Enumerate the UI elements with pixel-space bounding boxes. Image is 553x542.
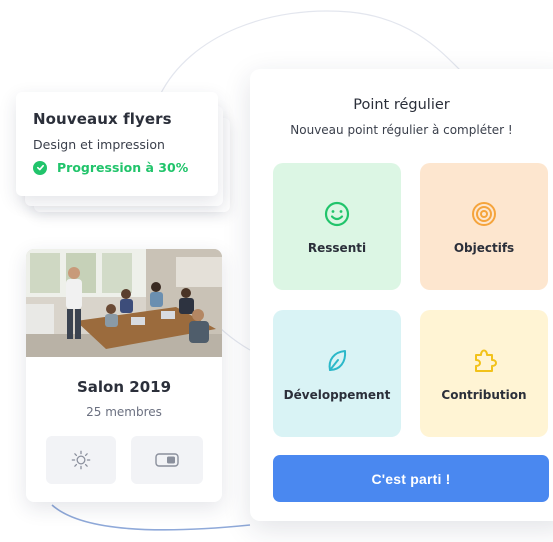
tile-developpement-label: Développement	[283, 387, 391, 402]
tile-objectifs[interactable]: Objectifs	[420, 163, 548, 290]
start-button[interactable]: C'est parti !	[273, 455, 549, 502]
team-card[interactable]: Salon 2019 25 membres	[26, 249, 222, 502]
brightness-button[interactable]	[46, 436, 116, 484]
sun-icon	[71, 450, 91, 470]
flyers-card-title: Nouveaux flyers	[33, 110, 172, 128]
team-name: Salon 2019	[76, 378, 172, 396]
tile-contribution[interactable]: Contribution	[420, 310, 548, 437]
flyers-progress-label: Progression à 30%	[57, 160, 189, 175]
flyers-card[interactable]: Nouveaux flyers Design et impression Pro…	[16, 92, 218, 196]
puzzle-icon	[475, 349, 497, 372]
checkin-panel: Point régulier Nouveau point régulier à …	[250, 69, 553, 521]
tile-developpement[interactable]: Développement	[273, 310, 401, 437]
panel-title: Point régulier	[353, 97, 450, 113]
tile-contribution-label: Contribution	[441, 387, 527, 402]
flyers-progress: Progression à 30%	[33, 160, 218, 175]
smiley-icon	[324, 201, 350, 226]
team-meeting-photo	[26, 249, 222, 357]
target-icon	[472, 201, 496, 226]
tile-ressenti-label: Ressenti	[307, 240, 367, 255]
team-member-count: 25 membres	[86, 405, 162, 419]
flyers-card-subtitle: Design et impression	[33, 137, 165, 152]
toggle-icon	[155, 453, 179, 467]
toggle-button[interactable]	[131, 436, 203, 484]
panel-subtitle: Nouveau point régulier à compléter !	[290, 123, 513, 137]
check-circle-icon	[33, 160, 47, 175]
tile-ressenti[interactable]: Ressenti	[273, 163, 401, 290]
leaf-icon	[328, 349, 347, 371]
illustration-stage: Nouveaux flyers Design et impression Pro…	[0, 0, 553, 542]
flyers-card-stack[interactable]: Nouveaux flyers Design et impression Pro…	[16, 92, 230, 212]
tile-objectifs-label: Objectifs	[453, 240, 515, 255]
